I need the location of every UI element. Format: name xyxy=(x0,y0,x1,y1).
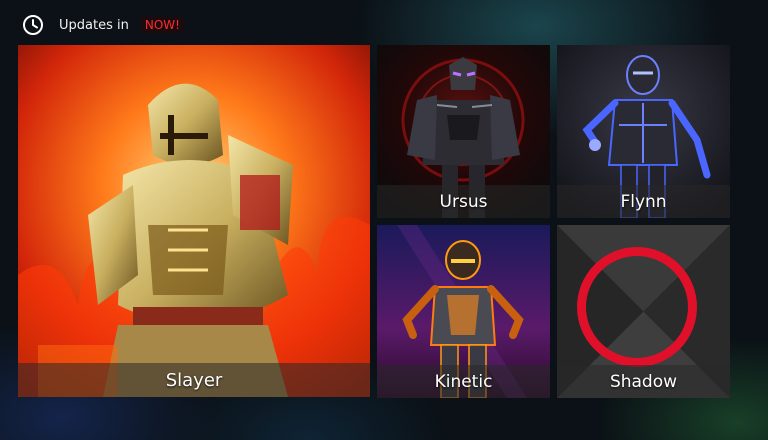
flynn-name: Flynn xyxy=(557,185,730,218)
ursus-name: Ursus xyxy=(377,185,550,218)
character-card-shadow[interactable]: Shadow xyxy=(557,225,730,398)
clock-icon xyxy=(23,15,43,35)
character-card-ursus[interactable]: Ursus xyxy=(377,45,550,218)
character-card-slayer[interactable]: Slayer xyxy=(18,45,370,397)
character-card-flynn[interactable]: Flynn xyxy=(557,45,730,218)
slayer-name: Slayer xyxy=(18,363,370,397)
update-timer: Updates in NOW! xyxy=(22,12,184,38)
kinetic-name: Kinetic xyxy=(377,365,550,398)
shadow-name: Shadow xyxy=(557,365,730,398)
updates-status: NOW! xyxy=(140,17,184,33)
character-card-kinetic[interactable]: Kinetic xyxy=(377,225,550,398)
updates-label: Updates in xyxy=(59,17,129,33)
unavailable-ring-icon xyxy=(577,247,697,367)
slayer-portrait xyxy=(18,45,370,397)
